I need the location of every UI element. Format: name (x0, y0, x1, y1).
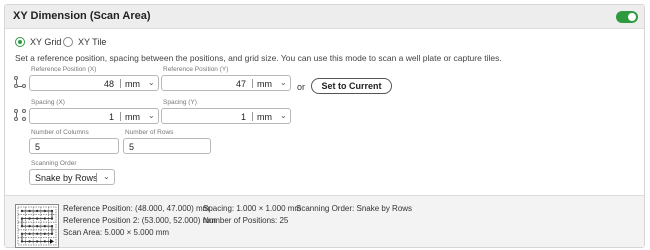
rows-field: Number of Rows 5 (123, 129, 211, 155)
enable-toggle[interactable] (616, 11, 638, 23)
spacing-x-value: 1 (108, 112, 114, 122)
columns-field: Number of Columns 5 (29, 129, 119, 155)
chevron-down-icon[interactable]: ⌄ (280, 111, 287, 120)
summary-scanning-order: Scanning Order: Snake by Rows (296, 204, 413, 213)
reference-y-value: 47 (235, 79, 246, 89)
chevron-down-icon[interactable]: ⌄ (280, 78, 287, 87)
summary-reference-position: Reference Position: (48.000, 47.000) mm (63, 204, 210, 213)
columns-value: 5 (35, 142, 41, 152)
scanning-order-value: Snake by Rows (35, 173, 98, 183)
radio-xy-grid[interactable]: XY Grid (15, 35, 61, 49)
spacing-y-value: 1 (240, 112, 246, 122)
summary-reference-position-2: Reference Position 2: (53.000, 52.000) m… (63, 216, 216, 225)
radio-selected-icon (15, 37, 25, 47)
reference-x-value: 48 (103, 79, 114, 89)
spacing-x-label: Spacing (X) (31, 99, 65, 106)
summary-num-positions: Number of Positions: 25 (203, 216, 289, 225)
reference-y-label: Reference Position (Y) (163, 66, 229, 73)
reference-y-unit: mm (257, 79, 272, 89)
spacing-y-label: Spacing (Y) (163, 99, 197, 106)
reference-y-field: Reference Position (Y) 47 mm ⌄ (161, 66, 291, 92)
summary-scan-area: Scan Area: 5.000 × 5.000 mm (63, 228, 170, 237)
chevron-down-icon[interactable]: ⌄ (148, 111, 155, 120)
spacing-x-unit: mm (125, 112, 140, 122)
spacing-y-unit: mm (257, 112, 272, 122)
radio-xy-grid-label: XY Grid (30, 37, 62, 47)
scan-summary: Reference Position: (48.000, 47.000) mm … (5, 195, 644, 248)
reference-position-icon (14, 76, 26, 88)
toggle-knob (628, 13, 636, 21)
scanning-order-field: Scanning Order Snake by Rows ⌄ (29, 160, 115, 186)
or-label: or (297, 82, 306, 92)
set-to-current-button[interactable]: Set to Current (311, 78, 392, 94)
reference-y-input[interactable]: 47 mm ⌄ (161, 75, 291, 91)
columns-input[interactable]: 5 (29, 138, 119, 154)
rows-label: Number of Rows (125, 129, 174, 136)
panel-header: XY Dimension (Scan Area) (5, 5, 644, 29)
chevron-down-icon[interactable]: ⌄ (103, 172, 110, 181)
xy-dimension-panel: XY Dimension (Scan Area) XY Grid XY Tile… (4, 4, 645, 248)
reference-x-label: Reference Position (X) (31, 66, 97, 73)
spacing-grid-icon (14, 109, 26, 121)
rows-value: 5 (129, 142, 135, 152)
chevron-down-icon[interactable]: ⌄ (148, 78, 155, 87)
radio-xy-tile[interactable]: XY Tile (63, 35, 106, 49)
snake-grid-preview-icon (15, 204, 59, 248)
reference-x-unit: mm (125, 79, 140, 89)
spacing-y-input[interactable]: 1 mm ⌄ (161, 108, 291, 124)
spacing-x-field: Spacing (X) 1 mm ⌄ (29, 99, 159, 125)
spacing-y-field: Spacing (Y) 1 mm ⌄ (161, 99, 291, 125)
scanning-order-select[interactable]: Snake by Rows ⌄ (29, 169, 115, 185)
radio-unselected-icon (63, 37, 73, 47)
radio-xy-tile-label: XY Tile (78, 37, 107, 47)
summary-spacing: Spacing: 1.000 × 1.000 mm (203, 204, 302, 213)
columns-label: Number of Columns (31, 129, 89, 136)
reference-x-field: Reference Position (X) 48 mm ⌄ (29, 66, 159, 92)
spacing-x-input[interactable]: 1 mm ⌄ (29, 108, 159, 124)
reference-x-input[interactable]: 48 mm ⌄ (29, 75, 159, 91)
rows-input[interactable]: 5 (123, 138, 211, 154)
scanning-order-label: Scanning Order (31, 160, 77, 167)
mode-description: Set a reference position, spacing betwee… (15, 53, 502, 63)
panel-title: XY Dimension (Scan Area) (13, 10, 151, 22)
